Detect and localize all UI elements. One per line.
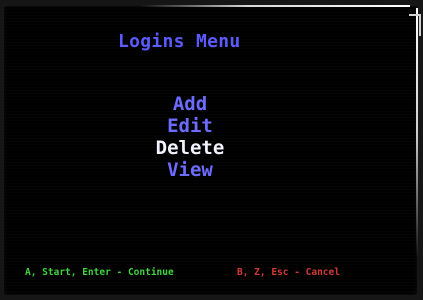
menu-item-view[interactable]: View [0, 159, 380, 181]
menu-item-edit[interactable]: Edit [0, 115, 380, 137]
screen-corner-bracket [409, 14, 421, 36]
screen-edge-glare-top [140, 5, 410, 7]
cancel-hint: B, Z, Esc - Cancel [237, 267, 340, 278]
menu-title: Logins Menu [118, 31, 241, 52]
screen-edge-glare-right [416, 8, 418, 258]
continue-hint: A, Start, Enter - Continue [25, 267, 174, 278]
menu-item-delete[interactable]: Delete [0, 137, 380, 159]
logins-menu: Add Edit Delete View [0, 93, 380, 181]
menu-item-add[interactable]: Add [0, 93, 380, 115]
